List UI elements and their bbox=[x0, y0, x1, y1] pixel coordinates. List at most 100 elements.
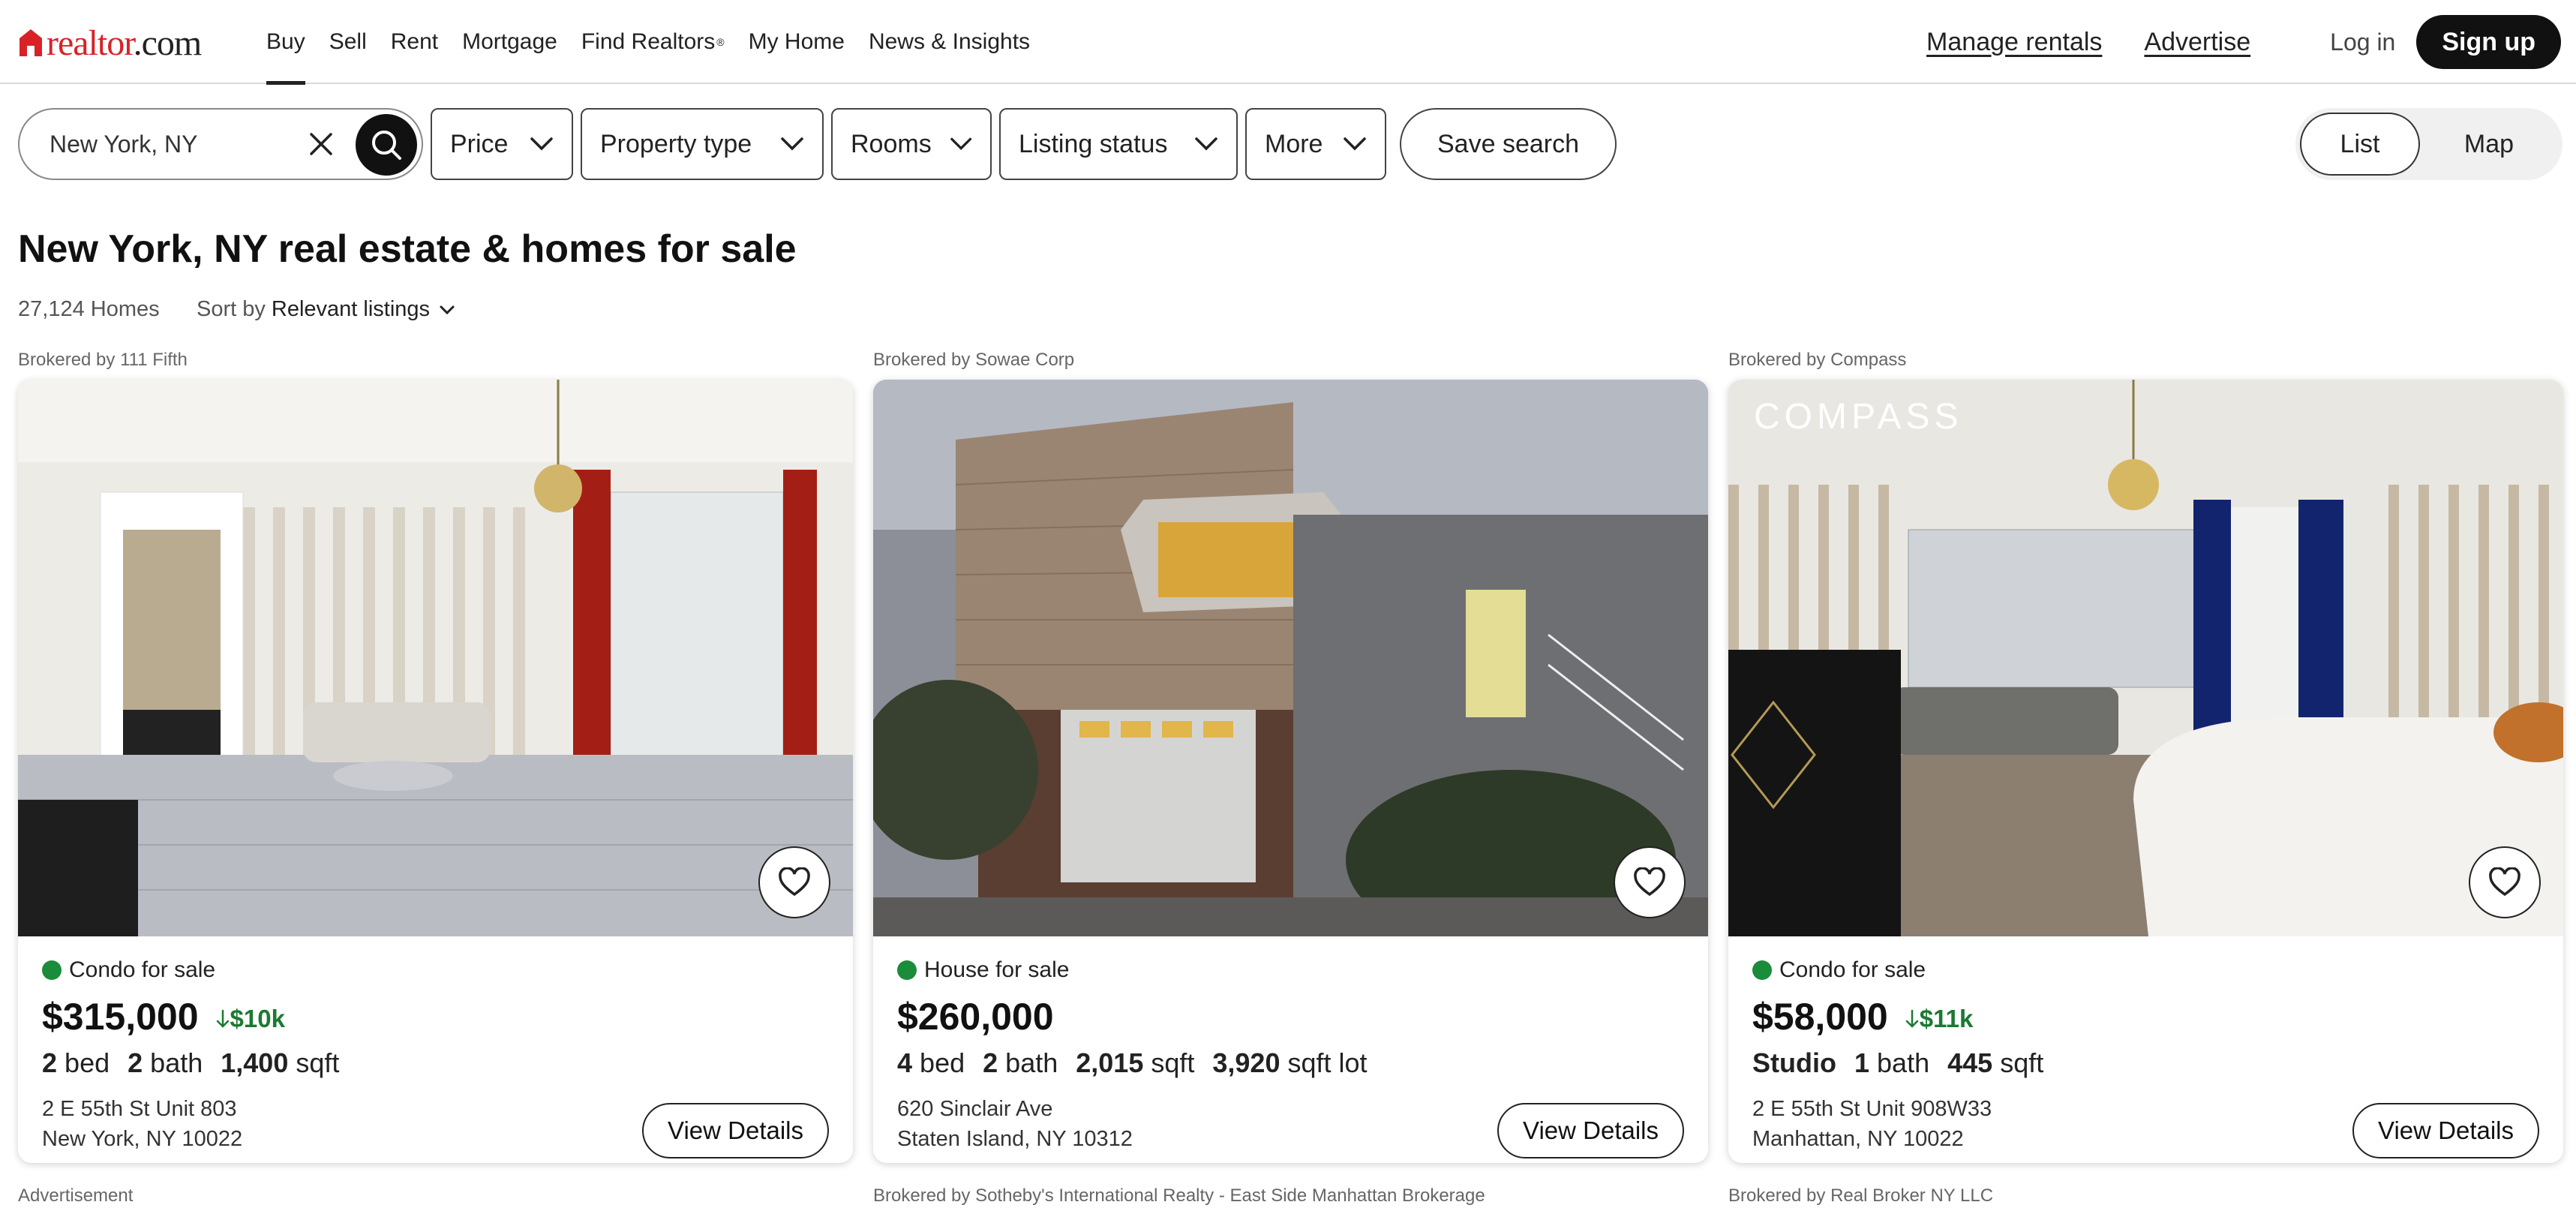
listing-address[interactable]: 620 Sinclair Ave Staten Island, NY 10312 bbox=[897, 1094, 1133, 1154]
beds: 4 bed bbox=[897, 1047, 965, 1079]
price-drop-value: $10k bbox=[230, 1005, 285, 1032]
baths-count: 2 bbox=[128, 1047, 143, 1078]
listing-price: $315,000 $10k bbox=[42, 995, 285, 1038]
listing-photo[interactable] bbox=[873, 380, 1708, 936]
view-details-button[interactable]: View Details bbox=[2352, 1103, 2539, 1158]
beds-unit: bed bbox=[65, 1047, 110, 1078]
address-line-1: 2 E 55th St Unit 803 bbox=[42, 1097, 237, 1121]
sqft: 2,015 sqft bbox=[1076, 1047, 1194, 1079]
close-icon bbox=[310, 133, 332, 155]
price-value: $315,000 bbox=[42, 996, 199, 1038]
beds: 2 bed bbox=[42, 1047, 110, 1079]
list-map-toggle: List Map bbox=[2295, 108, 2562, 180]
baths: 2 bath bbox=[128, 1047, 203, 1079]
sqft-unit: sqft bbox=[296, 1047, 340, 1078]
location-search bbox=[18, 108, 423, 180]
save-favorite-button[interactable] bbox=[2469, 846, 2541, 918]
bedroom-photo bbox=[1728, 380, 2563, 936]
list-view-button[interactable]: List bbox=[2300, 113, 2420, 176]
sqft-count: 1,400 bbox=[221, 1047, 289, 1078]
save-favorite-button[interactable] bbox=[1614, 846, 1686, 918]
listing-status-label: House for sale bbox=[924, 957, 1070, 982]
chevron-down-icon bbox=[1195, 137, 1217, 151]
chevron-down-icon bbox=[950, 137, 971, 151]
listing-price: $58,000 $11k bbox=[1752, 995, 1973, 1038]
sqft: 1,400 sqft bbox=[221, 1047, 339, 1079]
nav-rent[interactable]: Rent bbox=[391, 0, 438, 84]
logo-text: realtor.com bbox=[47, 23, 202, 63]
sqft: 445 sqft bbox=[1947, 1047, 2043, 1079]
search-icon bbox=[372, 131, 401, 160]
chevron-down-icon bbox=[530, 137, 553, 151]
beds-count: 2 bbox=[42, 1047, 58, 1078]
address-line-1: 2 E 55th St Unit 908W33 bbox=[1752, 1097, 1992, 1121]
save-search-button[interactable]: Save search bbox=[1400, 108, 1617, 180]
nav-my-home[interactable]: My Home bbox=[749, 0, 845, 84]
manage-rentals-link[interactable]: Manage rentals bbox=[1926, 28, 2102, 57]
property-type-filter-label: Property type bbox=[600, 129, 752, 158]
nav-buy[interactable]: Buy bbox=[266, 0, 305, 85]
view-details-button[interactable]: View Details bbox=[642, 1103, 829, 1158]
chevron-down-icon bbox=[781, 137, 803, 151]
listing-address[interactable]: 2 E 55th St Unit 803 New York, NY 10022 bbox=[42, 1094, 242, 1154]
listing-address[interactable]: 2 E 55th St Unit 908W33 Manhattan, NY 10… bbox=[1752, 1094, 1992, 1154]
page-title: New York, NY real estate & homes for sal… bbox=[18, 227, 797, 271]
heart-icon bbox=[1634, 867, 1665, 897]
nav-sell[interactable]: Sell bbox=[329, 0, 367, 84]
arrow-down-icon bbox=[216, 1009, 229, 1028]
lot-unit: sqft lot bbox=[1287, 1047, 1368, 1078]
listing-status-filter[interactable]: Listing status bbox=[999, 108, 1238, 180]
house-logo-icon bbox=[20, 29, 42, 56]
sqft-count: 445 bbox=[1947, 1047, 1993, 1078]
address-line-1: 620 Sinclair Ave bbox=[897, 1097, 1053, 1121]
baths-unit: bath bbox=[1005, 1047, 1058, 1078]
brokered-by: Brokered by Real Broker NY LLC bbox=[1728, 1185, 1994, 1206]
header-actions: Manage rentals Advertise Log in Sign up bbox=[1926, 0, 2576, 84]
signup-button[interactable]: Sign up bbox=[2416, 15, 2561, 69]
listing-status: Condo for sale bbox=[1752, 957, 1926, 983]
beds-unit: bed bbox=[920, 1047, 965, 1078]
nav-find-realtors[interactable]: Find Realtors ® bbox=[581, 0, 725, 84]
status-dot-icon bbox=[897, 960, 917, 980]
price-value: $260,000 bbox=[897, 996, 1054, 1038]
main-nav: Buy Sell Rent Mortgage Find Realtors ® My… bbox=[266, 0, 1054, 85]
more-filter[interactable]: More bbox=[1245, 108, 1386, 180]
nav-mortgage[interactable]: Mortgage bbox=[462, 0, 557, 84]
sort-dropdown[interactable]: Sort by Relevant listings bbox=[197, 297, 455, 322]
price-filter[interactable]: Price bbox=[431, 108, 573, 180]
listing-card-body[interactable]: House for sale $260,000 4 bed 2 bath 2,0… bbox=[873, 380, 1708, 1163]
nav-news-insights[interactable]: News & Insights bbox=[869, 0, 1030, 84]
heart-icon bbox=[779, 867, 810, 897]
realtor-logo[interactable]: realtor.com bbox=[18, 23, 202, 63]
property-type-filter[interactable]: Property type bbox=[581, 108, 824, 180]
sqft-unit: sqft bbox=[2000, 1047, 2044, 1078]
filter-bar: Price Property type Rooms Listing status… bbox=[18, 108, 1617, 180]
view-details-button[interactable]: View Details bbox=[1497, 1103, 1684, 1158]
price-filter-label: Price bbox=[450, 129, 509, 158]
listing-photo[interactable] bbox=[18, 380, 853, 936]
login-link[interactable]: Log in bbox=[2330, 29, 2395, 56]
save-favorite-button[interactable] bbox=[758, 846, 830, 918]
price-drop: $11k bbox=[1905, 1005, 1973, 1033]
address-line-2: Manhattan, NY 10022 bbox=[1752, 1127, 1964, 1151]
listing-card-body[interactable]: Condo for sale $315,000 $10k 2 bed 2 bat… bbox=[18, 380, 853, 1163]
listing-price: $260,000 bbox=[897, 995, 1054, 1038]
clear-search-button[interactable] bbox=[306, 129, 336, 159]
listing-card-body[interactable]: COMPASS Condo for sale $58,000 $11k Stud… bbox=[1728, 380, 2563, 1163]
advertise-link[interactable]: Advertise bbox=[2144, 28, 2250, 57]
listing-status-label: Condo for sale bbox=[69, 957, 216, 982]
search-button[interactable] bbox=[356, 114, 417, 176]
location-search-input[interactable] bbox=[50, 130, 275, 158]
address-line-2: Staten Island, NY 10312 bbox=[897, 1127, 1133, 1151]
rooms-filter[interactable]: Rooms bbox=[831, 108, 992, 180]
baths: 2 bath bbox=[983, 1047, 1058, 1079]
lot-size: 3,920 sqft lot bbox=[1212, 1047, 1367, 1079]
nav-find-realtors-label: Find Realtors bbox=[581, 29, 716, 54]
sqft-unit: sqft bbox=[1151, 1047, 1195, 1078]
listing-photo[interactable]: COMPASS bbox=[1728, 380, 2563, 936]
listing-specs: 2 bed 2 bath 1,400 sqft bbox=[42, 1047, 357, 1079]
map-view-button[interactable]: Map bbox=[2420, 113, 2558, 176]
baths-unit: bath bbox=[150, 1047, 203, 1078]
baths-unit: bath bbox=[1877, 1047, 1930, 1078]
arrow-down-icon bbox=[1905, 1009, 1918, 1028]
